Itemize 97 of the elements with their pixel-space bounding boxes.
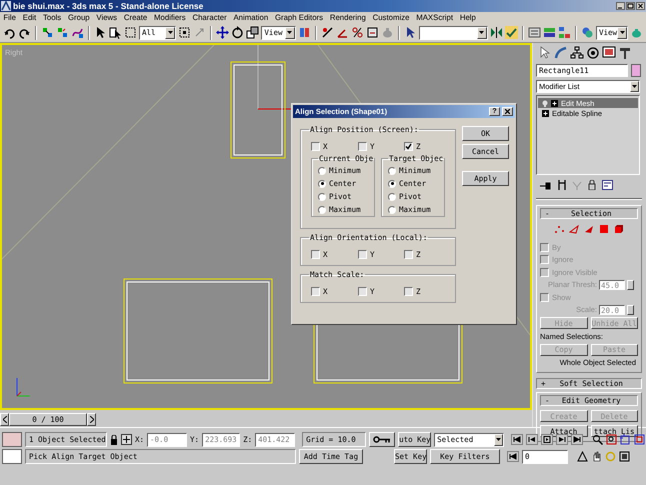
configure-icon[interactable]	[602, 180, 613, 190]
window-selection-icon[interactable]	[178, 26, 192, 39]
zoom-extents-icon[interactable]	[620, 434, 632, 445]
select-by-name-icon[interactable]	[109, 26, 122, 39]
hierarchy-icon[interactable]	[570, 46, 584, 60]
radio-button[interactable]	[318, 166, 326, 174]
checkbox[interactable]	[404, 287, 413, 296]
expand-icon[interactable]	[542, 110, 549, 116]
close-icon	[505, 109, 510, 114]
dropdown-arrow-icon[interactable]	[620, 31, 624, 34]
checkbox[interactable]	[404, 142, 413, 151]
key-button[interactable]	[369, 432, 396, 447]
cursor-icon[interactable]	[94, 26, 107, 39]
schematic-icon[interactable]	[558, 26, 571, 39]
zoom-extents-all-icon[interactable]	[634, 434, 646, 445]
expand-icon[interactable]	[551, 100, 558, 106]
radio-button[interactable]	[388, 206, 396, 214]
material-editor-icon[interactable]	[580, 26, 594, 39]
key-mode-icon[interactable]	[507, 451, 519, 462]
play-icon[interactable]	[541, 434, 554, 445]
edge-icon[interactable]	[569, 224, 579, 234]
bulb-icon[interactable]	[542, 100, 548, 106]
go-to-start-icon[interactable]	[511, 434, 524, 445]
cursor-icon[interactable]	[538, 46, 552, 60]
checkbox[interactable]	[404, 250, 413, 259]
maximize-icon[interactable]	[626, 2, 635, 10]
face-icon[interactable]	[584, 224, 594, 234]
previous-frame-button[interactable]	[0, 412, 9, 426]
bind-icon[interactable]	[71, 26, 84, 39]
dropdown-arrow-icon[interactable]	[168, 31, 173, 34]
radio-button[interactable]	[318, 192, 326, 200]
window-title: bie shui.max - 3ds max 5 - Stand-alone License	[13, 1, 204, 11]
radio-button[interactable]	[388, 180, 396, 188]
close-button[interactable]	[502, 107, 513, 116]
checkbox[interactable]	[358, 142, 367, 151]
checkbox[interactable]	[358, 250, 367, 259]
checkbox[interactable]	[311, 287, 320, 296]
minimize-icon[interactable]	[616, 2, 625, 10]
radio-button[interactable]	[388, 192, 396, 200]
scale-icon[interactable]	[246, 26, 260, 39]
monitor-icon[interactable]	[602, 46, 616, 60]
dropdown-arrow-icon[interactable]	[632, 85, 637, 88]
hammer-icon[interactable]	[618, 46, 632, 60]
lock-icon[interactable]	[110, 434, 118, 444]
checkbox[interactable]	[311, 142, 320, 151]
next-frame-button[interactable]	[87, 412, 96, 426]
checkbox[interactable]	[311, 250, 320, 259]
next-key-icon[interactable]	[556, 434, 568, 445]
absolute-mode-icon[interactable]	[121, 434, 132, 445]
dropdown-arrow-icon[interactable]	[479, 31, 484, 34]
curve-editor-icon[interactable]	[542, 26, 556, 39]
color-swatch[interactable]	[2, 432, 22, 447]
radio-button[interactable]	[318, 180, 326, 188]
checkbox[interactable]	[358, 287, 367, 296]
redo-icon[interactable]	[18, 26, 31, 39]
dropdown-arrow-icon[interactable]	[287, 31, 292, 34]
pivot-icon[interactable]	[298, 26, 311, 39]
radio-button[interactable]	[318, 206, 326, 214]
close-icon[interactable]	[636, 2, 645, 10]
link-icon[interactable]	[41, 26, 54, 39]
element-icon[interactable]	[614, 224, 624, 234]
zoom-all-icon[interactable]	[606, 434, 618, 445]
align-icon[interactable]	[504, 26, 518, 39]
rotate-icon[interactable]	[231, 26, 244, 39]
field-of-view-icon[interactable]	[577, 451, 588, 462]
maximize-viewport-icon[interactable]	[619, 451, 630, 462]
percent-snap-icon[interactable]	[350, 26, 364, 39]
spinner-snap-icon[interactable]	[366, 26, 379, 39]
caret-right-icon	[90, 416, 94, 422]
named-selection-field[interactable]	[418, 26, 488, 40]
snap-icon[interactable]	[320, 26, 334, 39]
object-color-swatch[interactable]	[631, 64, 641, 77]
caret-left-icon	[2, 416, 6, 422]
curve-icon[interactable]	[554, 46, 568, 60]
dropdown-arrow-icon[interactable]	[496, 438, 502, 441]
gizmo-axis-line	[258, 108, 292, 110]
lock-icon[interactable]	[588, 180, 596, 190]
axis-tripod-icon	[16, 378, 30, 396]
polygon-icon[interactable]	[599, 224, 609, 234]
circle-icon[interactable]	[586, 46, 600, 60]
unlink-icon[interactable]	[56, 26, 69, 39]
color-swatch[interactable]	[2, 449, 22, 464]
previous-key-icon[interactable]	[526, 434, 538, 445]
undo-icon[interactable]	[3, 26, 16, 39]
track-view-icon[interactable]	[528, 26, 541, 39]
radio-button[interactable]	[388, 166, 396, 174]
pan-icon[interactable]	[591, 451, 602, 462]
mirror-icon[interactable]	[490, 26, 503, 39]
zoom-icon[interactable]	[592, 434, 604, 445]
move-icon[interactable]	[216, 26, 230, 39]
rectangle-selection-icon[interactable]	[124, 26, 137, 39]
pin-icon[interactable]	[540, 180, 552, 190]
app-icon	[1, 1, 11, 11]
key-icon	[373, 436, 392, 443]
end-result-icon[interactable]	[558, 180, 566, 190]
vertex-icon[interactable]	[554, 224, 564, 234]
go-to-end-icon[interactable]	[571, 434, 584, 445]
